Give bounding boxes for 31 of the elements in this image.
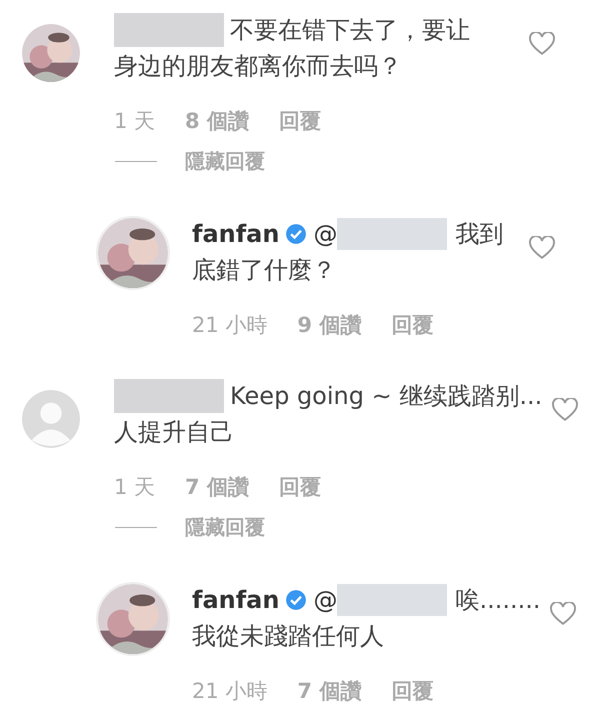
avatar-icon (22, 390, 80, 448)
comment-time: 1 天 (114, 108, 156, 135)
reply-link[interactable]: 回覆 (278, 473, 321, 501)
like-count[interactable]: 7 個讚 (185, 473, 249, 501)
heart-icon[interactable] (529, 236, 555, 260)
heart-icon[interactable] (552, 398, 578, 422)
comment-text: 底錯了什麼？ (192, 255, 336, 286)
reply-link[interactable]: 回覆 (391, 677, 434, 705)
comment-text: 我到 (455, 219, 504, 250)
hide-replies-link[interactable]: 隱藏回覆 (185, 148, 265, 174)
comment-text: Keep going ~ 继续践踏别... (230, 381, 542, 412)
reply-link[interactable]: 回覆 (278, 107, 321, 135)
username[interactable]: fanfan (192, 220, 280, 248)
comment-text: 身边的朋友都离你而去吗？ (114, 51, 402, 82)
comment-time: 21 小時 (192, 312, 268, 339)
like-count[interactable]: 8 個讚 (185, 107, 249, 135)
like-count[interactable]: 9 個讚 (297, 311, 362, 339)
reply-link[interactable]: 回覆 (391, 311, 434, 339)
hide-replies-link[interactable]: 隱藏回覆 (185, 514, 265, 540)
comment-text: 人提升自己 (114, 417, 234, 448)
heart-icon[interactable] (550, 602, 576, 626)
comment-time: 21 小時 (192, 678, 268, 705)
username[interactable]: fanfan (192, 586, 280, 614)
mention[interactable]: @ (313, 220, 338, 248)
comment-text: 唉........ (455, 585, 540, 616)
mention[interactable]: @ (313, 586, 338, 614)
comment-text: 我從未踐踏任何人 (192, 621, 384, 652)
heart-icon[interactable] (529, 32, 555, 56)
like-count[interactable]: 7 個讚 (297, 677, 362, 705)
comment-time: 1 天 (114, 474, 156, 501)
comment-text: 不要在错下去了，要让 (230, 15, 470, 46)
